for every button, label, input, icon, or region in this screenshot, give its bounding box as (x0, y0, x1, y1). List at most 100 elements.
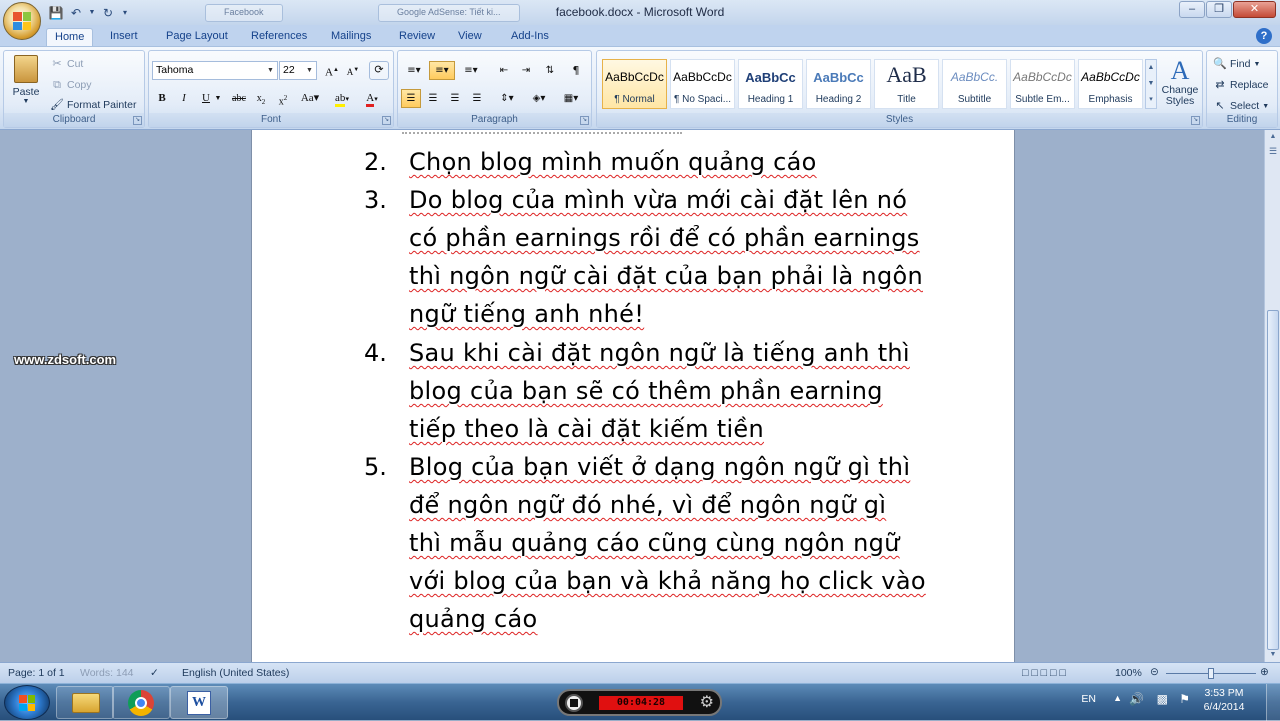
tab-page-layout[interactable]: Page Layout (158, 28, 236, 47)
scroll-thumb[interactable] (1267, 310, 1279, 650)
stop-icon[interactable] (565, 694, 583, 712)
tab-references[interactable]: References (243, 28, 315, 47)
shading-icon[interactable]: ◈▾ (526, 89, 552, 108)
tab-insert[interactable]: Insert (102, 28, 146, 47)
sort-icon[interactable]: ⇅ (540, 61, 560, 80)
close-button[interactable]: ✕ (1233, 1, 1276, 18)
superscript-icon[interactable]: x2 (273, 89, 293, 108)
taskbar-explorer[interactable] (56, 686, 114, 719)
font-family-select[interactable]: Tahoma ▼ (152, 61, 278, 80)
underline-dropdown-icon[interactable]: ▼ (213, 89, 223, 108)
subscript-icon[interactable]: x2 (251, 89, 271, 108)
paragraph-dialog-launcher-icon[interactable]: ↘ (580, 116, 589, 125)
grow-font-icon[interactable]: A▲ (322, 61, 342, 80)
clear-formatting-icon[interactable]: ⟳ (369, 61, 389, 80)
document-page[interactable]: 2. Chọn blog mình muốn quảng cáo 3. Do b… (251, 130, 1015, 662)
font-color-icon[interactable]: A▾ (359, 89, 385, 108)
action-center-icon[interactable]: ⚑ (1179, 692, 1190, 706)
style-heading-2[interactable]: AaBbCc Heading 2 (806, 59, 871, 109)
multilevel-list-icon[interactable]: ≡▾ (458, 61, 484, 80)
style-subtle-emphasis[interactable]: AaBbCcDc Subtle Em... (1010, 59, 1075, 109)
volume-icon[interactable]: 🔊 (1129, 692, 1144, 706)
copy-button[interactable]: ⧉ Copy (50, 78, 91, 92)
align-right-icon[interactable]: ☰ (445, 89, 465, 108)
tab-view[interactable]: View (450, 28, 490, 47)
style-name: Subtle Em... (1015, 94, 1070, 105)
zoom-level[interactable]: 100% (1115, 667, 1142, 679)
list-text-line: có phần earnings rồi để có phần earnings (409, 224, 920, 252)
increase-indent-icon[interactable]: ⇥ (516, 61, 536, 80)
style-emphasis[interactable]: AaBbCcDc Emphasis (1078, 59, 1143, 109)
word-count[interactable]: Words: 144 (80, 667, 134, 679)
scroll-up-icon[interactable]: ▲ (1266, 130, 1280, 144)
tab-review[interactable]: Review (391, 28, 443, 47)
maximize-button[interactable]: ❐ (1206, 1, 1232, 18)
styles-gallery-scroll[interactable]: ▲ ▼ ▾ (1145, 59, 1157, 109)
paste-button[interactable]: Paste ▼ (10, 55, 42, 111)
settings-gear-icon[interactable]: ⚙ (700, 693, 714, 713)
italic-icon[interactable]: I (174, 89, 194, 108)
change-styles-button[interactable]: A Change Styles (1159, 57, 1201, 115)
style-no-spacing[interactable]: AaBbCcDc ¶ No Spaci... (670, 59, 735, 109)
select-button[interactable]: ↖ Select ▼ (1213, 99, 1269, 113)
minimize-button[interactable]: – (1179, 1, 1205, 18)
editing-group-label: Editing (1207, 113, 1277, 127)
styles-dialog-launcher-icon[interactable]: ↘ (1191, 116, 1200, 125)
screen-recorder-widget[interactable]: 00:04:28 ⚙ (557, 689, 722, 716)
style-subtitle[interactable]: AaBbCc. Subtitle (942, 59, 1007, 109)
network-icon[interactable]: ▩ (1157, 692, 1168, 706)
align-center-icon[interactable]: ☰ (423, 89, 443, 108)
language-status[interactable]: English (United States) (182, 667, 289, 679)
line-spacing-icon[interactable]: ⇕▾ (494, 89, 520, 108)
zoom-in-icon[interactable]: ⊕ (1260, 666, 1269, 678)
decrease-indent-icon[interactable]: ⇤ (494, 61, 514, 80)
zoom-slider[interactable] (1166, 668, 1256, 679)
cut-button[interactable]: ✂ Cut (50, 57, 83, 71)
find-button[interactable]: 🔍 Find ▼ (1213, 57, 1260, 71)
vertical-scrollbar[interactable]: ▲ ☰ ▼ (1264, 130, 1280, 662)
taskbar-chrome[interactable] (112, 686, 170, 719)
shrink-font-icon[interactable]: A▼ (343, 61, 363, 80)
clock[interactable]: 3:53 PM 6/4/2014 (1194, 687, 1254, 713)
style-heading-1[interactable]: AaBbCc Heading 1 (738, 59, 803, 109)
replace-button[interactable]: ⇄ Replace (1213, 78, 1268, 92)
help-icon[interactable]: ? (1256, 28, 1272, 44)
style-name: Heading 2 (815, 94, 862, 105)
start-button[interactable] (4, 685, 50, 720)
list-number: 3. (364, 186, 387, 214)
zoom-out-icon[interactable]: ⊝ (1150, 666, 1159, 678)
font-dialog-launcher-icon[interactable]: ↘ (382, 116, 391, 125)
justify-icon[interactable]: ☰ (467, 89, 487, 108)
tab-mailings[interactable]: Mailings (323, 28, 379, 47)
highlight-color-icon[interactable]: ab▾ (329, 89, 355, 108)
ruler-toggle-icon[interactable]: ☰ (1266, 144, 1280, 158)
change-case-icon[interactable]: Aa▾ (297, 89, 323, 108)
borders-icon[interactable]: ▦▾ (558, 89, 584, 108)
show-hidden-icons-icon[interactable]: ▲ (1113, 693, 1122, 703)
zoom-slider-thumb[interactable] (1208, 668, 1214, 679)
taskbar-word[interactable]: W (170, 686, 228, 719)
tab-add-ins[interactable]: Add-Ins (503, 28, 557, 47)
view-buttons[interactable]: □□□□□ (1022, 667, 1069, 679)
show-desktop-button[interactable] (1266, 684, 1280, 721)
clipboard-icon (14, 55, 38, 83)
page-count[interactable]: Page: 1 of 1 (8, 667, 65, 679)
strikethrough-icon[interactable]: abc (229, 89, 249, 108)
show-marks-icon[interactable]: ¶ (566, 61, 586, 80)
scroll-down-icon[interactable]: ▼ (1266, 648, 1280, 662)
font-size-select[interactable]: 22 ▼ (279, 61, 317, 80)
numbering-icon[interactable]: ≡▾ (429, 61, 455, 80)
proofing-icon[interactable]: ✓ (150, 667, 159, 679)
office-button[interactable] (3, 2, 41, 40)
chevron-down-icon: ▼ (306, 67, 313, 74)
input-language[interactable]: EN (1081, 693, 1096, 705)
font-size-value: 22 (283, 64, 295, 76)
bold-icon[interactable]: B (152, 89, 172, 108)
tab-home[interactable]: Home (46, 28, 94, 47)
bullets-icon[interactable]: ≡▾ (401, 61, 427, 80)
clipboard-dialog-launcher-icon[interactable]: ↘ (133, 116, 142, 125)
format-painter-button[interactable]: 🖌 Format Painter (50, 98, 136, 112)
style-title[interactable]: AaB Title (874, 59, 939, 109)
align-left-icon[interactable]: ☰ (401, 89, 421, 108)
style-normal[interactable]: AaBbCcDc ¶ Normal (602, 59, 667, 109)
